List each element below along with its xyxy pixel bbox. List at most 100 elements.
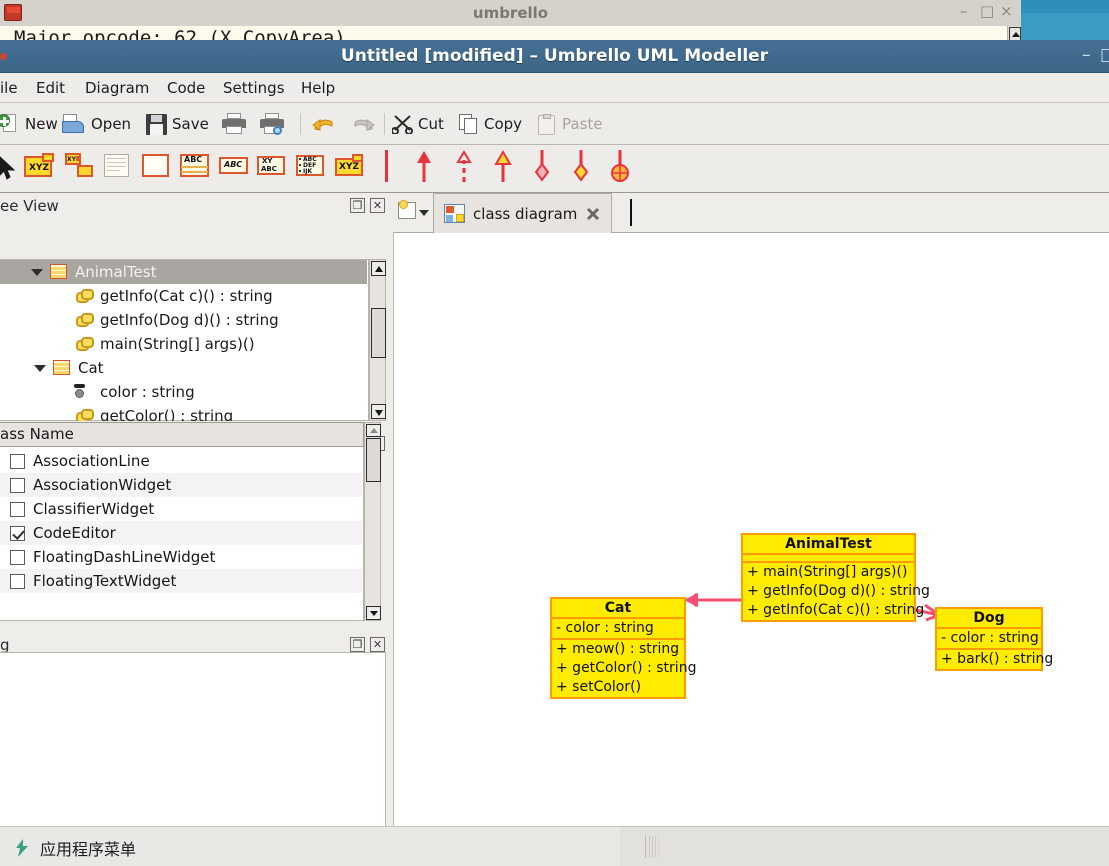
debug-row-label: CodeEditor bbox=[33, 524, 116, 542]
class-attribute: - color : string bbox=[941, 630, 1039, 646]
tree-view-float-button[interactable]: ❐ bbox=[350, 198, 365, 213]
new-diagram-dropdown-button[interactable] bbox=[397, 199, 431, 225]
class-widget-cat[interactable]: Cat - color : string + meow() : string +… bbox=[550, 597, 696, 699]
background-window-title: umbrello bbox=[472, 4, 549, 22]
debug-row-label: FloatingDashLineWidget bbox=[33, 548, 216, 566]
chevron-down-icon[interactable] bbox=[34, 365, 46, 372]
debug-scroll-thumb[interactable] bbox=[366, 438, 381, 482]
class-attributes-section bbox=[743, 555, 914, 563]
main-toolbar: New Open Save Cut Copy Paste bbox=[0, 103, 1109, 145]
debug-scroll-up-button[interactable] bbox=[366, 424, 381, 437]
menu-code[interactable]: Code bbox=[167, 79, 205, 97]
tree-item-main[interactable]: main(String[] args)() bbox=[0, 332, 367, 356]
copy-icon bbox=[459, 114, 479, 134]
debug-class-list[interactable]: AssociationLine AssociationWidget Classi… bbox=[0, 447, 364, 621]
uml-operation-icon bbox=[76, 313, 94, 327]
tree-item-cat[interactable]: Cat bbox=[0, 356, 367, 380]
debug-checkbox[interactable] bbox=[10, 453, 25, 469]
bg-minimize-button[interactable]: – bbox=[960, 2, 968, 20]
class-operations-section: + bark() : string bbox=[937, 650, 1053, 669]
diagram-toolbar: XYZ XYZ ABC ABC XY ABC ABC DEF IJK XYZ bbox=[0, 145, 1109, 193]
class-operation: + getInfo(Cat c)() : string bbox=[747, 602, 925, 618]
toolbar-print-button[interactable] bbox=[222, 108, 246, 140]
taskbar-grip-handle[interactable] bbox=[645, 836, 659, 858]
debug-scroll-down-button[interactable] bbox=[366, 606, 381, 620]
class-operation: + setColor() bbox=[556, 679, 642, 695]
bg-close-button[interactable]: × bbox=[1000, 2, 1013, 20]
debug-checkbox[interactable] bbox=[10, 525, 25, 541]
chevron-down-icon[interactable] bbox=[31, 269, 43, 276]
uml-class-icon bbox=[53, 360, 70, 375]
bg-maximize-button[interactable]: □ bbox=[980, 2, 994, 20]
terminal-scroll-up-button[interactable] bbox=[1009, 27, 1021, 41]
menu-diagram[interactable]: Diagram bbox=[85, 79, 149, 97]
debug-row-classifierwidget[interactable]: ClassifierWidget bbox=[0, 497, 362, 521]
debug-row-floatingdashlinewidget[interactable]: FloatingDashLineWidget bbox=[0, 545, 362, 569]
toolbar-open-button[interactable]: Open bbox=[62, 108, 131, 140]
debug-checkbox[interactable] bbox=[10, 549, 25, 565]
close-icon[interactable] bbox=[585, 206, 601, 222]
tree-scroll-up-button[interactable] bbox=[371, 261, 386, 276]
realization-tool[interactable] bbox=[491, 150, 515, 186]
menu-file[interactable]: ile bbox=[0, 79, 18, 97]
debug-checkbox[interactable] bbox=[10, 501, 25, 517]
tree-scroll-down-button[interactable] bbox=[371, 404, 386, 419]
menu-settings[interactable]: Settings bbox=[223, 79, 285, 97]
tree-item-color-attr[interactable]: color : string bbox=[0, 380, 367, 404]
window-maximize-button[interactable]: □ bbox=[1100, 45, 1109, 65]
association-line-tool[interactable] bbox=[383, 150, 389, 182]
class-widget-dog[interactable]: Dog - color : string + bark() : string bbox=[935, 607, 1053, 671]
generalization-tool[interactable] bbox=[412, 150, 436, 186]
log-close-button[interactable]: ✕ bbox=[370, 637, 385, 652]
toolbar-redo-button[interactable] bbox=[352, 108, 375, 140]
diagram-canvas[interactable]: AnimalTest + main(String[] args)() + get… bbox=[393, 233, 1109, 866]
debug-scrollbar[interactable] bbox=[364, 422, 381, 621]
menu-edit[interactable]: Edit bbox=[36, 79, 65, 97]
tree-item-getinfo-cat[interactable]: getInfo(Cat c)() : string bbox=[0, 284, 367, 308]
cut-scissors-icon bbox=[391, 114, 413, 135]
diagram-tab-class-diagram[interactable]: class diagram bbox=[433, 193, 613, 233]
toolbar-copy-button[interactable]: Copy bbox=[459, 108, 522, 140]
toolbar-print-preview-button[interactable] bbox=[260, 108, 284, 140]
class-operations-section: + meow() : string + getColor() : string … bbox=[552, 640, 696, 697]
kde-plasma-icon[interactable] bbox=[14, 839, 30, 857]
debug-checkbox[interactable] bbox=[10, 477, 25, 493]
app-menu-label[interactable]: 应用程序菜单 bbox=[40, 836, 136, 860]
dependency-tool[interactable] bbox=[452, 150, 476, 186]
chevron-down-icon bbox=[419, 210, 429, 216]
up-arrow-hollow-icon bbox=[494, 150, 512, 182]
tree-view-list[interactable]: AnimalTest getInfo(Cat c)() : string get… bbox=[0, 259, 369, 425]
tree-item-animaltest[interactable]: AnimalTest bbox=[0, 260, 367, 284]
menu-help[interactable]: Help bbox=[301, 79, 335, 97]
tree-item-getinfo-dog[interactable]: getInfo(Dog d)() : string bbox=[0, 308, 367, 332]
menubar: ile Edit Diagram Code Settings Help bbox=[0, 73, 1109, 103]
tree-scroll-thumb[interactable] bbox=[371, 308, 386, 358]
toolbar-cut-button[interactable]: Cut bbox=[391, 108, 444, 140]
toolbar-paste-button[interactable]: Paste bbox=[538, 108, 603, 140]
tree-view-scrollbar[interactable] bbox=[369, 259, 386, 421]
debug-row-floatingtextwidget[interactable]: FloatingTextWidget bbox=[0, 569, 362, 593]
debug-row-associationwidget[interactable]: AssociationWidget bbox=[0, 473, 362, 497]
toolbar-save-button[interactable]: Save bbox=[146, 108, 209, 140]
toolbar-undo-button[interactable] bbox=[312, 108, 335, 140]
debug-row-associationline[interactable]: AssociationLine bbox=[0, 449, 362, 473]
undo-icon bbox=[312, 114, 335, 134]
class-widget-animaltest[interactable]: AnimalTest + main(String[] args)() + get… bbox=[741, 533, 930, 622]
tree-item-label: AnimalTest bbox=[75, 263, 157, 281]
diagram-tabbar: class diagram bbox=[393, 193, 1109, 233]
window-minimize-button[interactable]: – bbox=[1082, 45, 1091, 65]
toolbar-new-button[interactable]: New bbox=[0, 108, 58, 140]
up-arrow-dashed-icon bbox=[456, 150, 472, 182]
log-float-button[interactable]: ❐ bbox=[350, 637, 365, 652]
log-text-area[interactable] bbox=[0, 652, 386, 844]
composition-tool[interactable] bbox=[569, 150, 593, 186]
aggregation-tool[interactable] bbox=[530, 150, 554, 186]
debug-checkbox[interactable] bbox=[10, 573, 25, 589]
tree-view-close-button[interactable]: ✕ bbox=[370, 198, 385, 213]
debug-row-codeeditor[interactable]: CodeEditor bbox=[0, 521, 362, 545]
debug-column-header[interactable]: ass Name bbox=[0, 422, 364, 447]
print-preview-icon bbox=[260, 113, 284, 135]
containment-tool[interactable] bbox=[608, 150, 632, 186]
tree-item-label: main(String[] args)() bbox=[100, 335, 255, 353]
select-pointer-tool[interactable] bbox=[0, 154, 20, 186]
